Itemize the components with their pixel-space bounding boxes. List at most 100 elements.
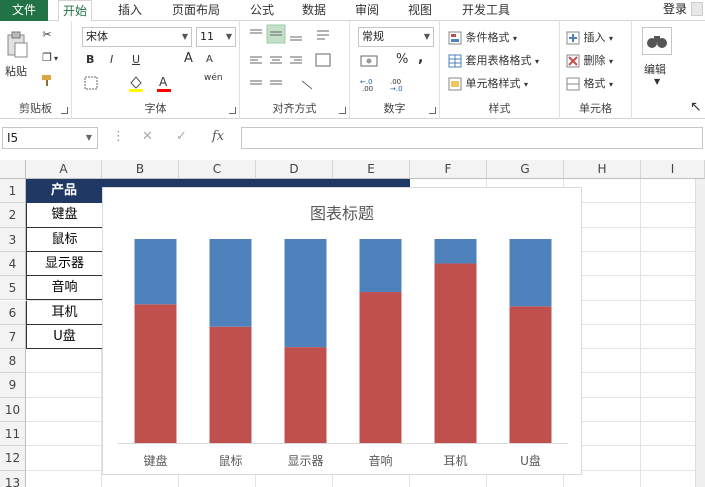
font-launcher[interactable] <box>229 107 236 114</box>
tab-file[interactable]: 文件 <box>0 0 48 21</box>
format-painter-button[interactable] <box>40 73 54 90</box>
column-header-c[interactable]: C <box>179 160 256 179</box>
conditional-format-label: 条件格式 <box>465 31 510 44</box>
cell-styles-button[interactable]: 单元格样式 ▾ <box>448 75 528 91</box>
decrease-decimal-button[interactable]: .00 →.0 <box>390 76 412 95</box>
category-label: 耳机 <box>443 454 467 468</box>
confirm-icon[interactable]: ✓ <box>176 129 187 144</box>
bar-segment-0-0[interactable] <box>134 304 177 443</box>
column-header-i[interactable]: I <box>641 160 705 179</box>
cut-button[interactable]: ✂ <box>40 28 54 42</box>
table-header-product[interactable]: 产品 <box>26 179 102 203</box>
delete-cells-button[interactable]: 删除 ▾ <box>566 52 613 68</box>
fill-color-button[interactable] <box>128 74 144 95</box>
font-color-button[interactable]: A <box>156 74 172 95</box>
find-button[interactable] <box>642 27 672 55</box>
product-cell[interactable]: U盘 <box>26 324 103 350</box>
tab-developer[interactable]: 开发工具 <box>458 0 514 21</box>
conditional-formatting-button[interactable]: 条件格式 ▾ <box>448 29 517 45</box>
alignment-launcher[interactable] <box>339 107 346 114</box>
number-format-select[interactable]: 常规 ▼ <box>358 27 434 47</box>
editing-label[interactable]: 编辑 <box>644 61 666 77</box>
font-size-select[interactable]: 11 ▼ <box>196 27 236 47</box>
column-header-g[interactable]: G <box>487 160 564 179</box>
alignment-icons <box>250 24 331 90</box>
chevron-down-icon: ▼ <box>225 32 232 41</box>
bar-segment-0-2[interactable] <box>284 347 327 443</box>
currency-button[interactable] <box>360 53 380 72</box>
row-header-13[interactable]: 13 <box>0 470 26 487</box>
shrink-font-button[interactable]: A <box>206 54 213 65</box>
bar-segment-1-4[interactable] <box>434 239 477 264</box>
copy-button[interactable]: ❐ ▾ <box>40 51 58 65</box>
bar-segment-1-1[interactable] <box>209 239 252 327</box>
product-cell[interactable]: 显示器 <box>26 251 103 277</box>
phonetic-button[interactable]: wén <box>204 73 223 83</box>
increase-decimal-button[interactable]: ←.0.00 <box>360 76 382 95</box>
cancel-icon[interactable]: ✕ <box>142 129 153 144</box>
row-header-4[interactable]: 4 <box>0 251 26 277</box>
column-header-a[interactable]: A <box>26 160 102 179</box>
tab-view[interactable]: 视图 <box>404 0 436 21</box>
name-box[interactable]: I5 ▼ <box>2 127 98 149</box>
row-header-7[interactable]: 7 <box>0 324 26 350</box>
row-header-1[interactable]: 1 <box>0 179 26 204</box>
column-header-b[interactable]: B <box>102 160 179 179</box>
row-header-11[interactable]: 11 <box>0 422 26 447</box>
column-header-h[interactable]: H <box>564 160 641 179</box>
clipboard-launcher[interactable] <box>61 107 68 114</box>
italic-button[interactable]: I <box>110 53 113 66</box>
tab-home[interactable]: 开始 <box>58 0 93 22</box>
number-launcher[interactable] <box>429 107 436 114</box>
border-button[interactable] <box>84 76 98 93</box>
paste-button[interactable] <box>5 31 29 59</box>
column-header-f[interactable]: F <box>410 160 487 179</box>
font-name-select[interactable]: 宋体 ▼ <box>82 27 192 47</box>
formula-input[interactable] <box>241 127 703 149</box>
select-all-corner[interactable] <box>0 160 26 179</box>
row-header-3[interactable]: 3 <box>0 227 26 252</box>
bar-segment-1-3[interactable] <box>359 239 402 293</box>
bar-segment-0-4[interactable] <box>434 263 477 443</box>
tab-data[interactable]: 数据 <box>298 0 330 21</box>
paste-label[interactable]: 粘贴 <box>5 63 27 79</box>
tab-review[interactable]: 审阅 <box>351 0 383 21</box>
column-header-d[interactable]: D <box>256 160 333 179</box>
stacked-bar-chart[interactable]: 图表标题 键盘 鼠标 显示器 音响 耳机 U盘 <box>102 187 582 475</box>
tab-formulas[interactable]: 公式 <box>246 0 278 21</box>
bar-segment-0-1[interactable] <box>209 326 252 443</box>
format-cells-button[interactable]: 格式 ▾ <box>566 75 613 91</box>
product-cell[interactable]: 音响 <box>26 276 103 301</box>
row-header-8[interactable]: 8 <box>0 349 26 374</box>
bar-segment-1-0[interactable] <box>134 239 177 305</box>
format-as-table-button[interactable]: 套用表格格式 ▾ <box>448 52 539 68</box>
bold-button[interactable]: B <box>86 53 94 66</box>
row-header-10[interactable]: 10 <box>0 397 26 422</box>
ribbon-scroll-button[interactable] <box>691 2 703 16</box>
bar-segment-0-5[interactable] <box>509 306 552 443</box>
column-header-e[interactable]: E <box>333 160 410 179</box>
format-icon <box>566 77 580 91</box>
tab-insert[interactable]: 插入 <box>114 0 146 21</box>
row-header-9[interactable]: 9 <box>0 373 26 398</box>
vertical-scrollbar[interactable] <box>695 179 705 487</box>
grow-font-button[interactable]: A <box>184 51 193 66</box>
row-header-5[interactable]: 5 <box>0 276 26 301</box>
login-link[interactable]: 登录 <box>663 0 687 18</box>
row-header-6[interactable]: 6 <box>0 300 26 325</box>
bar-segment-1-2[interactable] <box>284 239 327 348</box>
tab-page-layout[interactable]: 页面布局 <box>168 0 224 21</box>
bar-segment-0-3[interactable] <box>359 292 402 443</box>
chevron-down-icon: ▼ <box>181 32 188 41</box>
insert-cells-button[interactable]: 插入 ▾ <box>566 29 613 45</box>
product-cell[interactable]: 键盘 <box>26 203 103 228</box>
comma-button[interactable]: , <box>418 50 423 66</box>
insert-function-button[interactable]: fx <box>212 129 224 144</box>
percent-button[interactable]: % <box>396 52 408 67</box>
row-header-12[interactable]: 12 <box>0 446 26 471</box>
underline-button[interactable]: U <box>132 53 140 66</box>
bar-segment-1-5[interactable] <box>509 239 552 307</box>
product-cell[interactable]: 鼠标 <box>26 227 103 252</box>
product-cell[interactable]: 耳机 <box>26 300 103 325</box>
row-header-2[interactable]: 2 <box>0 203 26 228</box>
